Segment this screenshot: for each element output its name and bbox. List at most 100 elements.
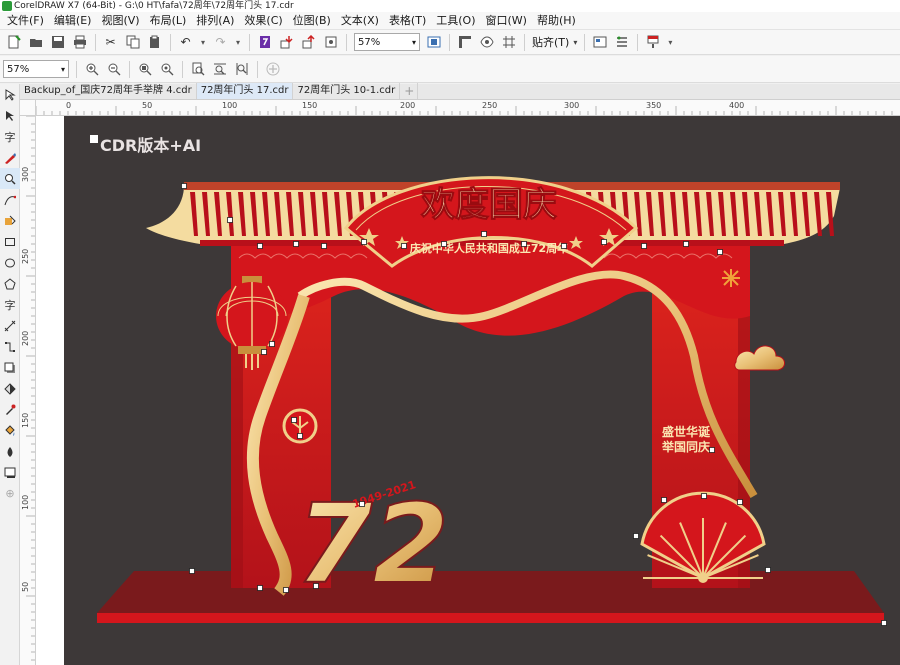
show-rulers-icon[interactable]: [454, 32, 475, 53]
v-ruler-label: 50: [21, 581, 30, 592]
drop-shadow-tool-icon[interactable]: [0, 357, 20, 378]
zoom-levels-combo[interactable]: 57% ▾: [3, 60, 69, 78]
menu-file[interactable]: 文件(F): [2, 12, 49, 30]
zoom-to-page-height-icon[interactable]: [231, 59, 252, 80]
add-tool-icon[interactable]: ⊕: [0, 483, 20, 504]
full-screen-preview-icon[interactable]: [423, 32, 444, 53]
bezier-tool-icon[interactable]: [0, 189, 20, 210]
tab-current-document[interactable]: 72周年门头 17.cdr: [196, 83, 294, 99]
chevron-down-icon: ▾: [60, 64, 65, 74]
connector-tool-icon[interactable]: [0, 336, 20, 357]
menu-effects[interactable]: 效果(C): [239, 12, 287, 30]
v-ruler-label: 300: [21, 166, 30, 182]
drawing-canvas[interactable]: CDR版本+AI 欢度国庆 庆祝中华人民共和国成立72周年 72 1949-20…: [36, 116, 900, 665]
new-document-icon[interactable]: [3, 32, 24, 53]
selection-node: [361, 239, 367, 245]
show-guidelines-icon[interactable]: [498, 32, 519, 53]
menu-edit[interactable]: 编辑(E): [49, 12, 97, 30]
zoom-to-selected-icon[interactable]: [134, 59, 155, 80]
gate-artwork[interactable]: 欢度国庆 庆祝中华人民共和国成立72周年 72 1949-2021 盛世华诞 举…: [64, 116, 900, 665]
export-icon[interactable]: [298, 32, 319, 53]
welcome-screen-icon[interactable]: [589, 32, 610, 53]
open-icon[interactable]: [25, 32, 46, 53]
separator: [182, 60, 183, 78]
options-icon[interactable]: [642, 32, 663, 53]
undo-dropdown-icon[interactable]: ▾: [197, 32, 209, 53]
smart-fill-tool-icon[interactable]: [0, 210, 20, 231]
selection-node: [709, 447, 715, 453]
pick-tool-icon[interactable]: [0, 84, 20, 105]
separator: [346, 33, 347, 51]
redo-icon[interactable]: ↷: [210, 32, 231, 53]
h-ruler-label: 100: [222, 101, 238, 110]
menu-text[interactable]: 文本(X): [336, 12, 384, 30]
zoom-out-icon[interactable]: [103, 59, 124, 80]
separator: [249, 33, 250, 51]
snap-to-dropdown[interactable]: 贴齐(T) ▾: [529, 34, 580, 50]
selection-node: [881, 620, 887, 626]
slogan-line-1: 盛世华诞: [662, 424, 711, 439]
tab-backup-document[interactable]: Backup_of_国庆72周年手举牌 4.cdr: [20, 83, 197, 99]
selection-node: [189, 568, 195, 574]
h-ruler-label: 50: [142, 101, 153, 110]
vertical-ruler[interactable]: 300 250 200 150 100 50: [20, 116, 36, 665]
separator: [584, 33, 586, 51]
zoom-level-value: 57%: [358, 36, 381, 48]
menu-view[interactable]: 视图(V): [96, 12, 144, 30]
v-ruler-label: 250: [21, 248, 30, 264]
zoom-to-all-objects-icon[interactable]: [156, 59, 177, 80]
save-icon[interactable]: [47, 32, 68, 53]
zoom-tool-icon[interactable]: [0, 168, 20, 189]
import-icon[interactable]: [276, 32, 297, 53]
separator: [257, 60, 258, 78]
parallel-dimension-tool-icon[interactable]: [0, 315, 20, 336]
menu-table[interactable]: 表格(T): [384, 12, 431, 30]
document-page[interactable]: CDR版本+AI 欢度国庆 庆祝中华人民共和国成立72周年 72 1949-20…: [64, 116, 900, 665]
snap-to-label: 贴齐(T): [532, 36, 570, 49]
add-icon[interactable]: [262, 59, 283, 80]
firework-burst: [722, 269, 740, 287]
zoom-level-combo[interactable]: 57% ▾: [354, 33, 420, 51]
ellipse-tool-icon[interactable]: [0, 252, 20, 273]
zoom-to-page-width-icon[interactable]: [209, 59, 230, 80]
color-eyedropper-tool-icon[interactable]: [0, 399, 20, 420]
crop-tool-icon[interactable]: 字: [0, 126, 20, 147]
outline-pen-tool-icon[interactable]: [0, 462, 20, 483]
zoom-in-icon[interactable]: [81, 59, 102, 80]
menu-window[interactable]: 窗口(W): [481, 12, 532, 30]
rectangle-tool-icon[interactable]: [0, 231, 20, 252]
ruler-origin[interactable]: [20, 100, 36, 116]
menu-bitmaps[interactable]: 位图(B): [288, 12, 336, 30]
separator: [449, 33, 450, 51]
menu-arrange[interactable]: 排列(A): [191, 12, 239, 30]
publish-pdf-icon[interactable]: [320, 32, 341, 53]
selection-node: [401, 243, 407, 249]
transparency-tool-icon[interactable]: [0, 378, 20, 399]
horizontal-ruler[interactable]: 0 50 100 150 200 250 300 350 400: [36, 100, 900, 116]
application-launcher-icon[interactable]: [611, 32, 632, 53]
search-content-icon[interactable]: [254, 32, 275, 53]
polygon-tool-icon[interactable]: [0, 273, 20, 294]
new-tab-icon[interactable]: +: [400, 83, 419, 99]
separator: [637, 33, 639, 51]
separator: [524, 33, 525, 51]
freehand-tool-icon[interactable]: [0, 147, 20, 168]
zoom-to-page-icon[interactable]: [187, 59, 208, 80]
print-icon[interactable]: [69, 32, 90, 53]
redo-dropdown-icon[interactable]: ▾: [232, 32, 244, 53]
cut-icon[interactable]: ✂: [100, 32, 121, 53]
tab-other-document[interactable]: 72周年门头 10-1.cdr: [293, 83, 401, 99]
menu-layout[interactable]: 布局(L): [145, 12, 192, 30]
copy-icon[interactable]: [122, 32, 143, 53]
undo-icon[interactable]: ↶: [175, 32, 196, 53]
h-ruler-label: 400: [729, 101, 745, 110]
options-dropdown-icon[interactable]: ▾: [664, 32, 676, 53]
paste-icon[interactable]: [144, 32, 165, 53]
menu-tools[interactable]: 工具(O): [431, 12, 480, 30]
shape-tool-icon[interactable]: [0, 105, 20, 126]
show-grid-icon[interactable]: [476, 32, 497, 53]
interactive-fill-tool-icon[interactable]: [0, 420, 20, 441]
smart-fill-drop-icon[interactable]: [0, 441, 20, 462]
menu-help[interactable]: 帮助(H): [532, 12, 581, 30]
text-tool-icon[interactable]: 字: [0, 294, 20, 315]
